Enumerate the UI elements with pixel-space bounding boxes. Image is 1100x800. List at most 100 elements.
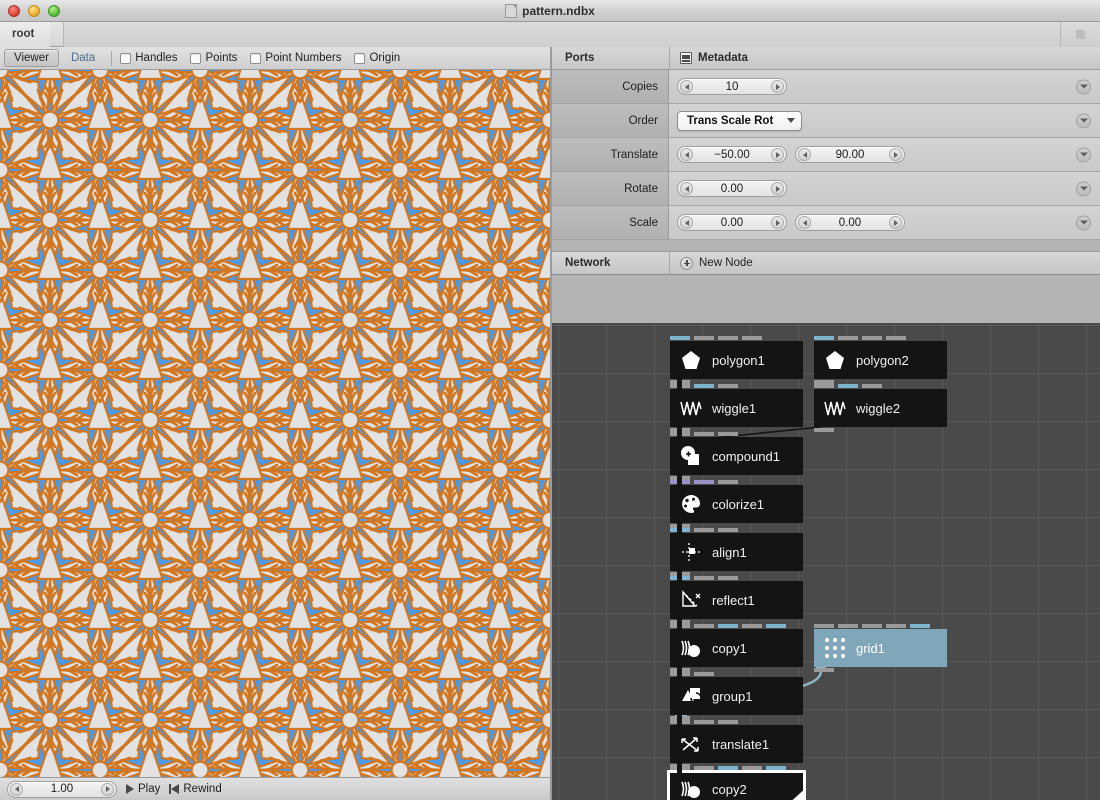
checkbox-point-numbers[interactable]: Point Numbers — [250, 52, 341, 64]
rotate-increment-button[interactable] — [771, 182, 784, 195]
translate-y-decrement-button[interactable] — [798, 148, 811, 161]
checkbox-box-icon[interactable] — [120, 52, 132, 64]
node-port-indicator[interactable] — [694, 720, 714, 724]
frame-stepper[interactable]: 1.00 — [7, 780, 117, 798]
order-dropdown[interactable]: Trans Scale Rot — [677, 110, 803, 131]
node-port-indicator[interactable] — [718, 766, 738, 770]
node-body[interactable]: grid1 — [814, 629, 947, 667]
checkbox-box-icon[interactable] — [354, 52, 366, 64]
node-port-indicator[interactable] — [814, 384, 834, 388]
node-port-indicator[interactable] — [694, 528, 714, 532]
frame-increment-button[interactable] — [101, 782, 114, 796]
rotate-decrement-button[interactable] — [680, 182, 693, 195]
node-port-indicator[interactable] — [718, 432, 738, 436]
translate-x-stepper[interactable]: −50.00 — [677, 146, 787, 163]
node-compound1[interactable]: compound1 — [670, 432, 803, 480]
scale-x-decrement-button[interactable] — [680, 216, 693, 229]
node-body[interactable]: translate1 — [670, 725, 803, 763]
node-body[interactable]: polygon1 — [670, 341, 803, 379]
node-polygon1[interactable]: polygon1 — [670, 336, 803, 384]
node-port-indicator[interactable] — [838, 624, 858, 628]
node-port-indicator[interactable] — [718, 336, 738, 340]
translate-x-decrement-button[interactable] — [680, 148, 693, 161]
new-node-button[interactable]: New Node — [669, 252, 1100, 274]
scale-y-increment-button[interactable] — [889, 216, 902, 229]
node-port-indicator[interactable] — [694, 432, 714, 436]
node-port-indicator[interactable] — [814, 624, 834, 628]
node-port-indicator[interactable] — [694, 672, 714, 676]
scale-y-decrement-button[interactable] — [798, 216, 811, 229]
node-wiggle1[interactable]: wiggle1 — [670, 384, 803, 432]
node-port-indicator[interactable] — [862, 336, 882, 340]
node-body[interactable]: copy1 — [670, 629, 803, 667]
ports-network-splitter[interactable] — [552, 240, 1100, 252]
translate-y-stepper[interactable]: 90.00 — [795, 146, 905, 163]
checkbox-box-icon[interactable] — [190, 52, 202, 64]
translate-disclosure-button[interactable] — [1076, 147, 1091, 162]
node-port-indicator[interactable] — [742, 766, 762, 770]
node-port-indicator[interactable] — [718, 576, 738, 580]
node-align1[interactable]: align1 — [670, 528, 803, 576]
order-disclosure-button[interactable] — [1076, 113, 1091, 128]
translate-y-increment-button[interactable] — [889, 148, 902, 161]
node-body[interactable]: copy2 — [670, 773, 803, 800]
breadcrumb-item-root[interactable]: root — [0, 21, 51, 47]
node-copy1[interactable]: copy1 — [670, 624, 803, 672]
node-port-indicator[interactable] — [862, 384, 882, 388]
node-port-indicator[interactable] — [718, 528, 738, 532]
node-grid1[interactable]: grid1 — [814, 624, 947, 672]
scale-x-value[interactable]: 0.00 — [693, 217, 771, 229]
node-translate1[interactable]: translate1 — [670, 720, 803, 768]
node-ports-bar[interactable] — [670, 766, 786, 770]
node-body[interactable]: align1 — [670, 533, 803, 571]
node-colorize1[interactable]: colorize1 — [670, 480, 803, 528]
node-port-indicator[interactable] — [694, 336, 714, 340]
node-port-indicator[interactable] — [694, 624, 714, 628]
translate-x-increment-button[interactable] — [771, 148, 784, 161]
node-wiggle2[interactable]: wiggle2 — [814, 384, 947, 432]
node-port-indicator[interactable] — [694, 384, 714, 388]
checkbox-handles[interactable]: Handles — [120, 52, 177, 64]
node-ports-bar[interactable] — [670, 624, 786, 628]
scale-y-value[interactable]: 0.00 — [811, 217, 889, 229]
copies-stepper[interactable]: 10 — [677, 78, 787, 95]
rotate-stepper[interactable]: 0.00 — [677, 180, 787, 197]
node-port-indicator[interactable] — [670, 336, 690, 340]
translate-y-value[interactable]: 90.00 — [811, 149, 889, 161]
node-body[interactable]: group1 — [670, 677, 803, 715]
node-output-port[interactable] — [814, 428, 834, 432]
copies-value[interactable]: 10 — [693, 81, 771, 93]
node-body[interactable]: reflect1 — [670, 581, 803, 619]
checkbox-origin[interactable]: Origin — [354, 52, 400, 64]
node-port-indicator[interactable] — [694, 576, 714, 580]
node-body[interactable]: polygon2 — [814, 341, 947, 379]
checkbox-points[interactable]: Points — [190, 52, 237, 64]
node-port-indicator[interactable] — [694, 766, 714, 770]
rewind-button[interactable]: Rewind — [169, 783, 222, 795]
copies-increment-button[interactable] — [771, 80, 784, 93]
rotate-disclosure-button[interactable] — [1076, 181, 1091, 196]
node-port-indicator[interactable] — [718, 480, 738, 484]
node-ports-bar[interactable] — [670, 336, 762, 340]
node-body[interactable]: compound1 — [670, 437, 803, 475]
rotate-value[interactable]: 0.00 — [693, 183, 771, 195]
node-reflect1[interactable]: reflect1 — [670, 576, 803, 624]
node-ports-bar[interactable] — [814, 384, 882, 388]
node-port-indicator[interactable] — [838, 336, 858, 340]
node-output-port[interactable] — [814, 668, 834, 672]
node-port-indicator[interactable] — [814, 336, 834, 340]
node-polygon2[interactable]: polygon2 — [814, 336, 947, 384]
scale-y-stepper[interactable]: 0.00 — [795, 214, 905, 231]
tab-data[interactable]: Data — [62, 50, 104, 66]
node-port-indicator[interactable] — [718, 624, 738, 628]
metadata-tab[interactable]: Metadata — [669, 47, 1100, 69]
node-port-indicator[interactable] — [742, 624, 762, 628]
play-button[interactable]: Play — [126, 783, 160, 795]
copies-decrement-button[interactable] — [680, 80, 693, 93]
node-ports-bar[interactable] — [814, 336, 906, 340]
node-port-indicator[interactable] — [838, 384, 858, 388]
scale-x-stepper[interactable]: 0.00 — [677, 214, 787, 231]
node-ports-bar[interactable] — [814, 624, 930, 628]
pattern-canvas[interactable] — [0, 70, 550, 777]
node-port-indicator[interactable] — [742, 336, 762, 340]
